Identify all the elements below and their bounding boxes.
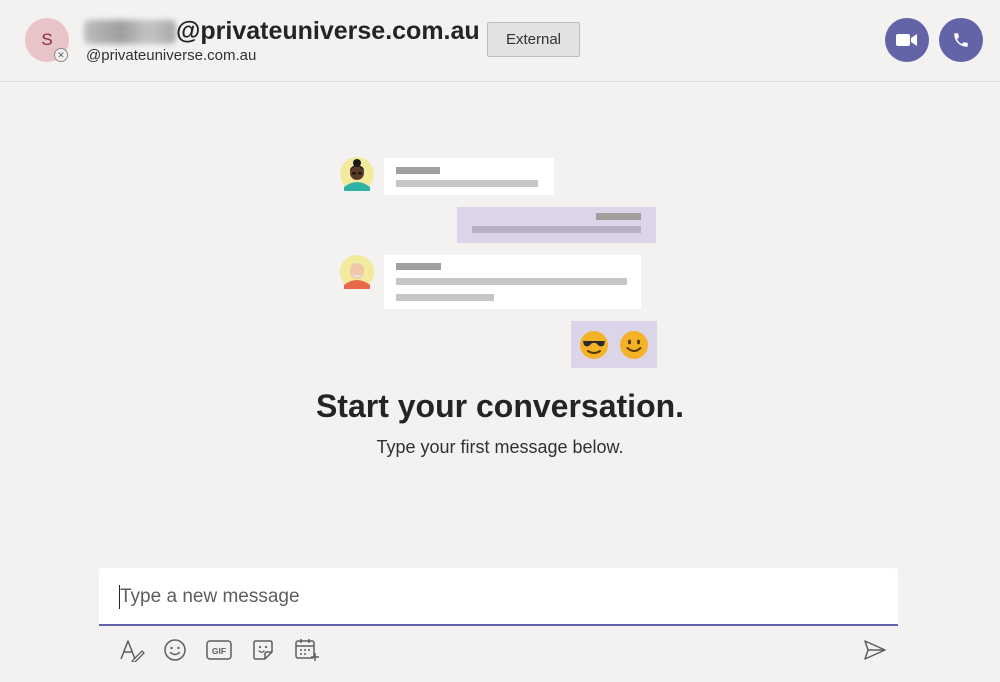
schedule-meeting-icon	[295, 639, 319, 661]
emoji-bubble	[571, 321, 657, 368]
video-call-button[interactable]	[885, 18, 929, 62]
chat-header: S ✕ @privateuniverse.com.au @privateuniv…	[0, 0, 1000, 82]
format-button[interactable]	[119, 637, 145, 663]
phone-icon	[954, 33, 968, 47]
text-caret	[119, 585, 120, 609]
audio-call-button[interactable]	[939, 18, 983, 62]
illustration-bubble	[384, 158, 554, 195]
send-button[interactable]	[862, 637, 888, 663]
illustration-bubble-self	[457, 207, 656, 243]
message-input[interactable]	[120, 584, 860, 610]
send-icon	[864, 640, 886, 660]
contact-email: @privateuniverse.com.au	[86, 47, 257, 64]
gif-button[interactable]: GIF	[206, 637, 232, 663]
presence-offline-icon: ✕	[54, 48, 68, 62]
person-avatar-2-icon	[340, 255, 374, 289]
svg-text:GIF: GIF	[212, 646, 226, 656]
external-badge: External	[487, 22, 580, 57]
illustration-bubble	[384, 255, 641, 309]
sunglasses-emoji-icon	[580, 331, 608, 359]
redacted-name	[84, 20, 176, 44]
empty-state-title: Start your conversation.	[315, 388, 685, 424]
gif-icon: GIF	[206, 640, 232, 660]
emoji-icon	[164, 639, 186, 661]
sticker-icon	[253, 640, 273, 660]
video-camera-icon	[896, 34, 917, 46]
format-icon	[120, 640, 145, 662]
compose-box[interactable]	[99, 568, 898, 626]
sticker-button[interactable]	[250, 637, 276, 663]
schedule-meeting-button[interactable]	[294, 637, 320, 663]
emoji-button[interactable]	[162, 637, 188, 663]
smile-emoji-icon	[620, 331, 648, 359]
contact-name: @privateuniverse.com.au	[176, 17, 480, 45]
person-avatar-1-icon	[340, 157, 374, 191]
empty-state-subtitle: Type your first message below.	[376, 437, 624, 457]
